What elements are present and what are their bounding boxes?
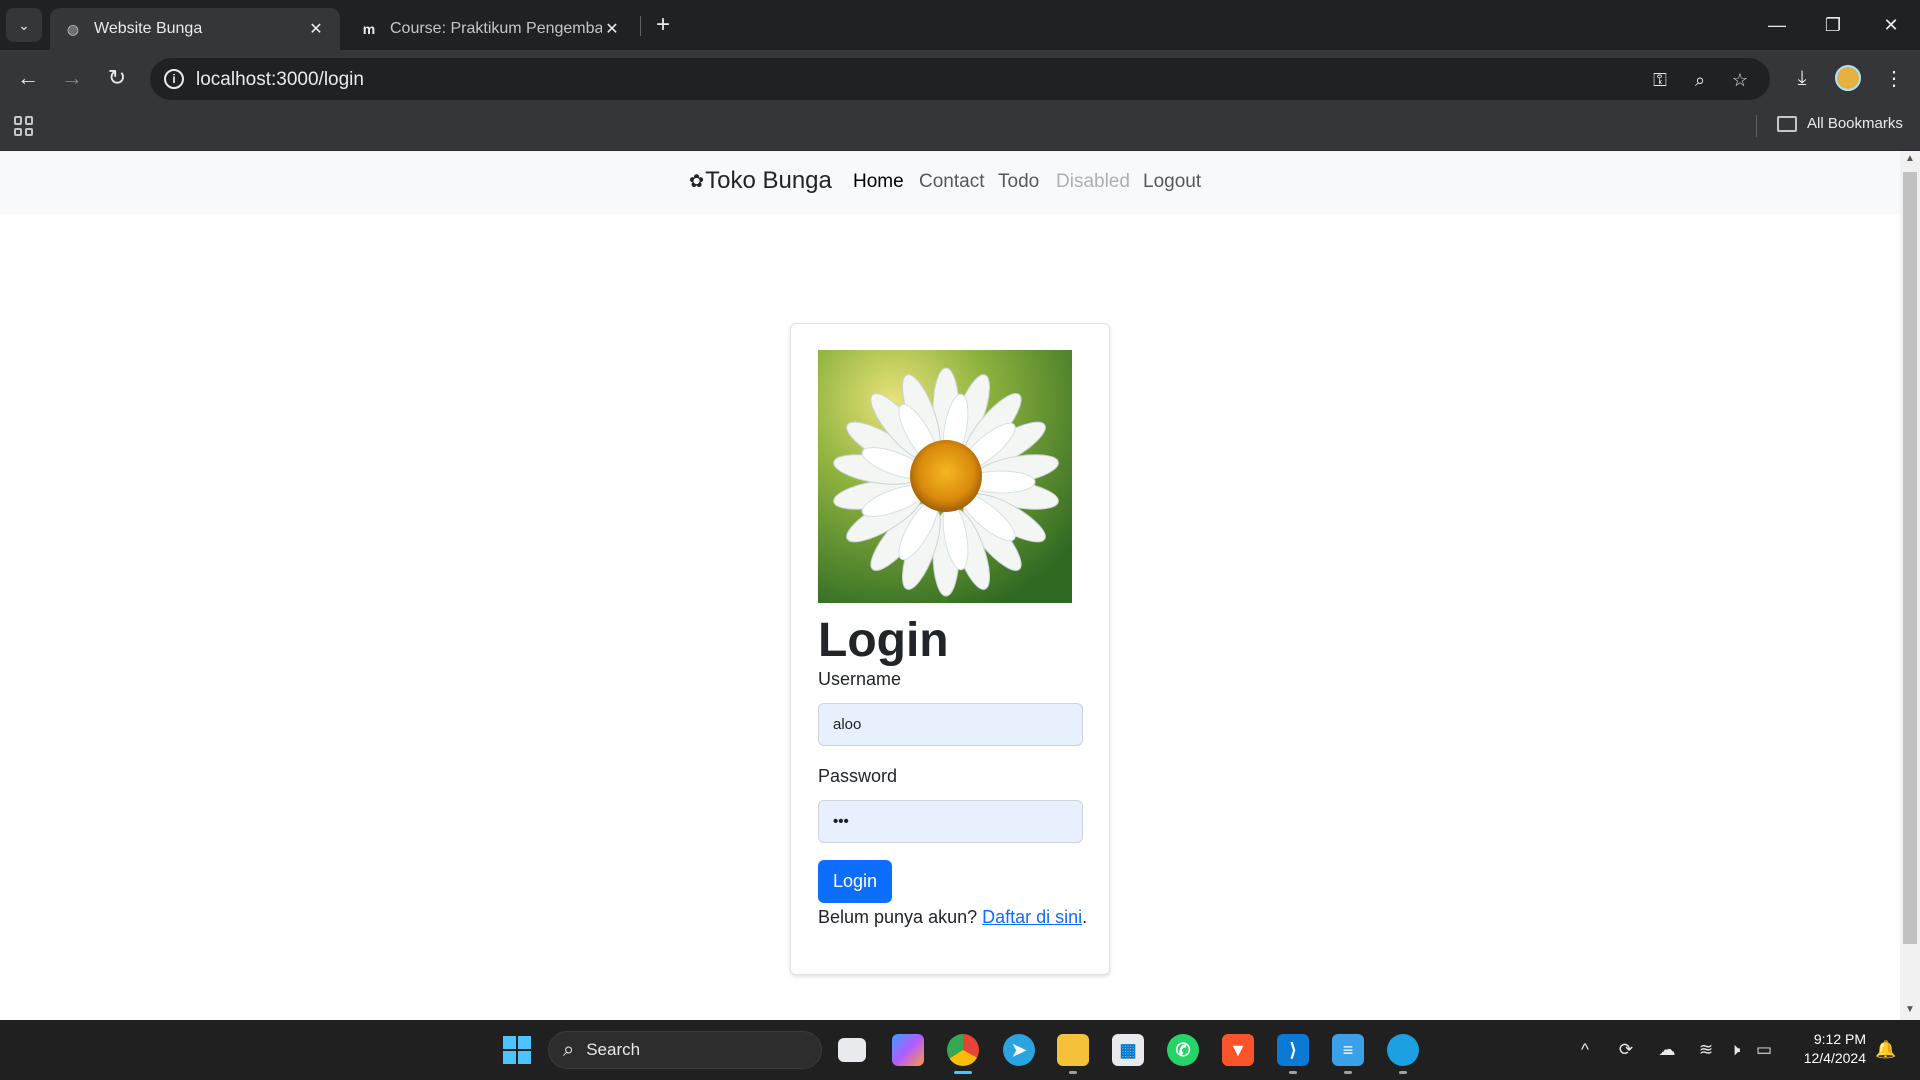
- search-icon: ⌕: [563, 1038, 575, 1061]
- app-icon[interactable]: [1387, 1034, 1419, 1066]
- close-icon[interactable]: ✕: [602, 19, 622, 39]
- chrome-icon[interactable]: [947, 1034, 979, 1066]
- copilot-icon[interactable]: [892, 1034, 924, 1066]
- daisy-image: [818, 350, 1072, 603]
- tab-title: Course: Praktikum Pengembang: [390, 20, 602, 37]
- cloud-icon[interactable]: ☁: [1655, 1038, 1679, 1062]
- moodle-icon: m: [362, 21, 376, 37]
- notepad-icon[interactable]: ≡: [1332, 1034, 1364, 1066]
- signup-text: Belum punya akun?: [818, 907, 978, 927]
- close-icon[interactable]: ✕: [306, 19, 326, 39]
- navbar-brand[interactable]: ✿ Toko Bunga: [689, 167, 832, 195]
- nav-disabled: Disabled: [1056, 171, 1130, 192]
- wifi-icon[interactable]: ≋: [1694, 1038, 1718, 1062]
- tab-divider: [640, 16, 641, 36]
- site-navbar: ✿ Toko Bunga Home Contact Todo Disabled …: [0, 151, 1900, 214]
- nav-todo[interactable]: Todo: [998, 171, 1039, 193]
- username-input[interactable]: aloo: [818, 703, 1083, 746]
- nav-home[interactable]: Home: [853, 171, 904, 193]
- notification-bell-icon[interactable]: 🔔: [1874, 1038, 1898, 1062]
- login-heading: Login: [818, 614, 949, 667]
- minimize-icon[interactable]: —: [1762, 10, 1792, 40]
- login-card: Login Username aloo Password ••• Login B…: [790, 323, 1110, 975]
- volume-muted-icon[interactable]: 🕨: [1723, 1038, 1747, 1062]
- vscode-icon[interactable]: ⟩: [1277, 1034, 1309, 1066]
- notepad-indicator: [1344, 1071, 1352, 1074]
- tab-course[interactable]: m Course: Praktikum Pengembang ✕: [346, 8, 636, 50]
- username-label: Username: [818, 669, 902, 689]
- signup-prompt: Belum punya akun? Daftar di sini.: [818, 907, 1087, 928]
- tab-list-button[interactable]: ⌄: [6, 8, 42, 42]
- all-bookmarks-button[interactable]: All Bookmarks: [1777, 115, 1903, 132]
- restore-icon[interactable]: ❐: [1818, 10, 1848, 40]
- taskbar-clock[interactable]: 9:12 PM 12/4/2024: [1790, 1030, 1866, 1068]
- brand-label: Toko Bunga: [705, 167, 832, 194]
- zoom-icon[interactable]: ⌕: [1688, 68, 1712, 92]
- window-close-icon[interactable]: ✕: [1876, 10, 1906, 40]
- password-label: Password: [818, 766, 898, 786]
- all-bookmarks-label: All Bookmarks: [1807, 115, 1903, 132]
- folder-icon: [1777, 115, 1797, 132]
- web-page: ✿ Toko Bunga Home Contact Todo Disabled …: [0, 151, 1900, 1020]
- apps-grid-icon[interactable]: [14, 116, 34, 136]
- flower-icon: ✿: [689, 170, 705, 191]
- tab-website-bunga[interactable]: ◍ Website Bunga ✕: [50, 8, 340, 50]
- task-view-icon[interactable]: [838, 1038, 866, 1062]
- sync-icon[interactable]: ⟳: [1614, 1038, 1638, 1062]
- password-key-icon[interactable]: ⚿: [1648, 68, 1672, 92]
- url-text: localhost:3000/login: [196, 69, 364, 90]
- address-bar[interactable]: i localhost:3000/login ⚿ ⌕ ☆: [150, 58, 1770, 100]
- chevron-down-icon: ⌄: [18, 16, 30, 33]
- signup-link[interactable]: Daftar di sini: [982, 907, 1082, 927]
- star-icon[interactable]: ☆: [1728, 68, 1752, 92]
- tab-title: Website Bunga: [94, 20, 203, 37]
- nav-contact[interactable]: Contact: [919, 171, 984, 193]
- scrollbar-thumb[interactable]: [1903, 172, 1917, 944]
- forward-icon[interactable]: →: [56, 62, 88, 94]
- taskbar-search[interactable]: ⌕ Search: [548, 1031, 822, 1069]
- profile-avatar[interactable]: [1835, 65, 1861, 91]
- scroll-down-icon[interactable]: ▼: [1904, 1004, 1916, 1015]
- nav-logout[interactable]: Logout: [1143, 171, 1201, 193]
- reload-icon[interactable]: ↻: [101, 62, 133, 94]
- file-explorer-icon[interactable]: [1057, 1034, 1089, 1066]
- download-icon[interactable]: ⤓: [1786, 62, 1818, 94]
- signup-period: .: [1082, 907, 1088, 927]
- new-tab-button[interactable]: +: [650, 11, 676, 38]
- bookmarks-divider: [1756, 115, 1757, 137]
- login-button[interactable]: Login: [818, 860, 892, 903]
- telegram-icon[interactable]: ➤: [1003, 1034, 1035, 1066]
- brave-icon[interactable]: ▼: [1222, 1034, 1254, 1066]
- search-label: Search: [586, 1040, 641, 1059]
- bookmarks-bar: [0, 107, 1920, 151]
- browser-toolbar: ← → ↻ i localhost:3000/login ⚿ ⌕ ☆ ⤓ ⋮: [0, 50, 1920, 107]
- microsoft-store-icon[interactable]: ▦: [1112, 1034, 1144, 1066]
- globe-icon: ◍: [66, 20, 80, 37]
- windows-start-icon[interactable]: [501, 1034, 533, 1066]
- clock-time: 9:12 PM: [1813, 1031, 1866, 1047]
- chrome-active-indicator: [954, 1071, 972, 1074]
- whatsapp-icon[interactable]: ✆: [1167, 1034, 1199, 1066]
- app-indicator: [1399, 1071, 1407, 1074]
- back-icon[interactable]: ←: [12, 62, 44, 94]
- battery-icon[interactable]: ▭: [1752, 1038, 1776, 1062]
- clock-date: 12/4/2024: [1803, 1050, 1866, 1066]
- vscode-indicator: [1289, 1071, 1297, 1074]
- chevron-up-icon[interactable]: ^: [1573, 1038, 1597, 1062]
- scroll-up-icon[interactable]: ▲: [1904, 153, 1916, 164]
- password-input[interactable]: •••: [818, 800, 1083, 843]
- site-info-icon[interactable]: i: [164, 69, 184, 89]
- explorer-indicator: [1069, 1071, 1077, 1074]
- menu-kebab-icon[interactable]: ⋮: [1878, 62, 1910, 94]
